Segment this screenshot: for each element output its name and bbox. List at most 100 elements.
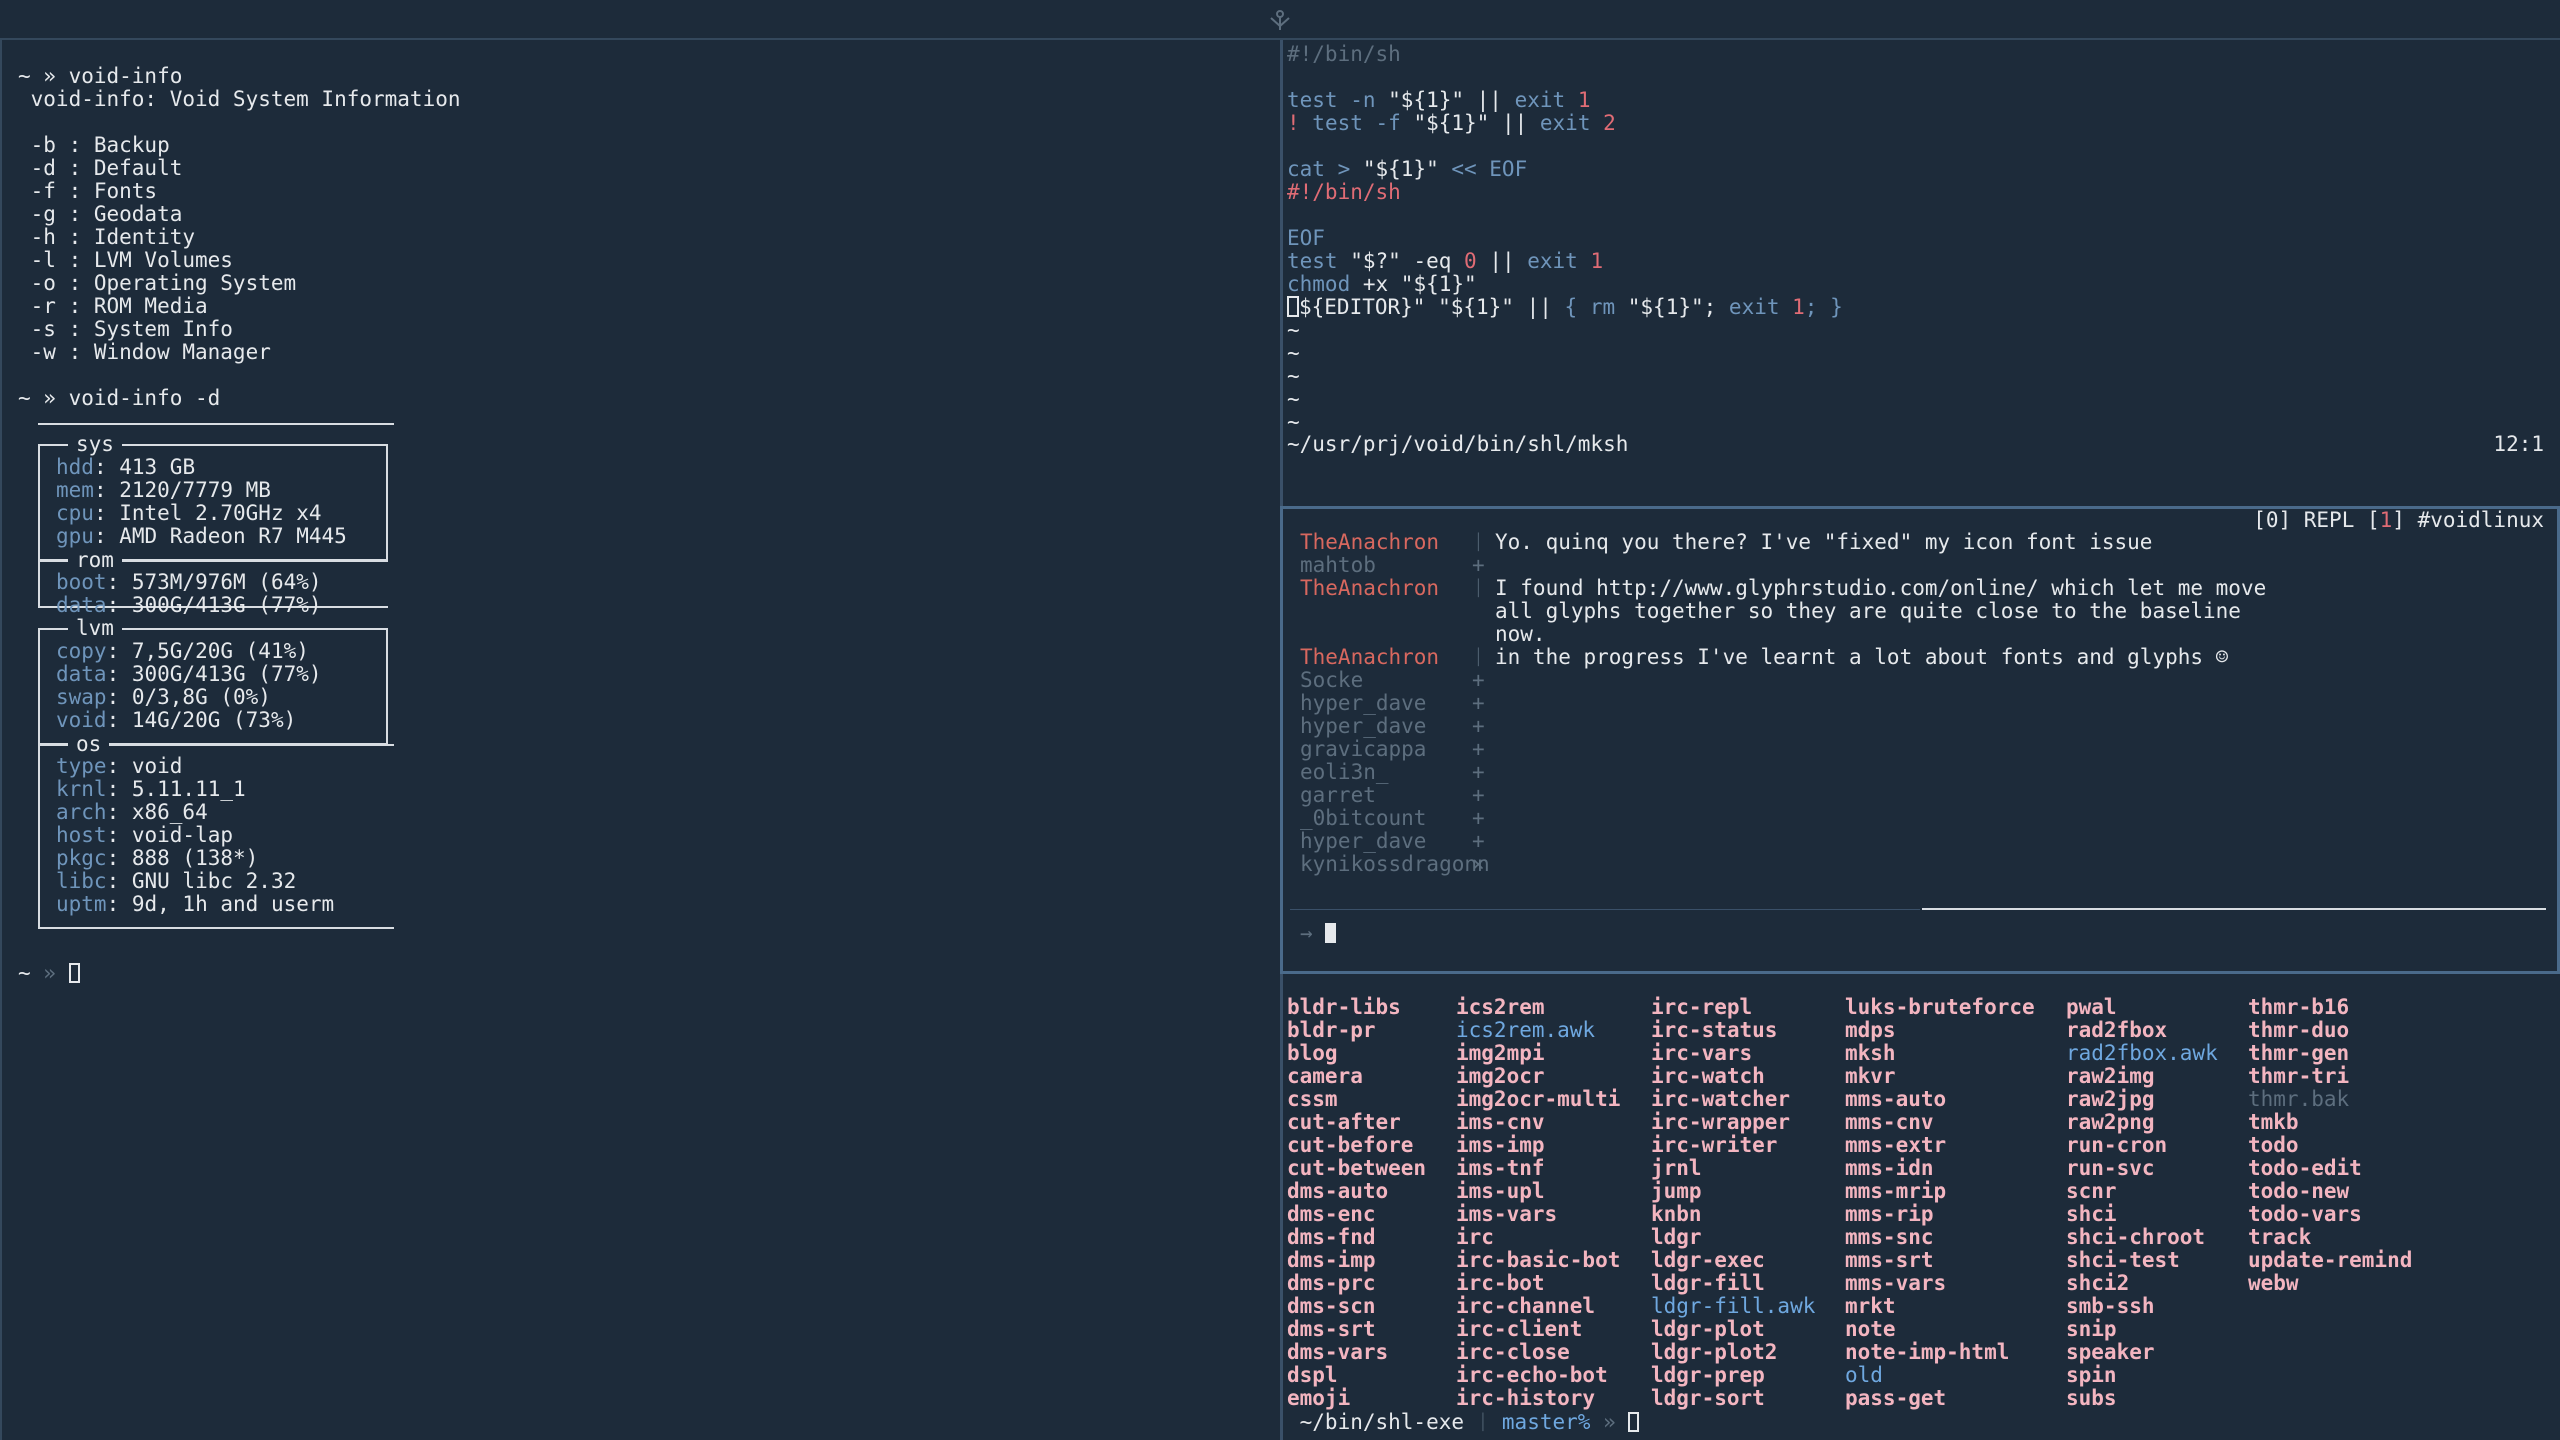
file-entry: irc-writer xyxy=(1651,1133,1778,1157)
chat-nick[interactable]: kynikossdragonn xyxy=(1300,853,1490,876)
file-entry: rad2fbox xyxy=(2066,1018,2168,1042)
file-entry: smb-ssh xyxy=(2066,1294,2155,1318)
chat-event-symbol: ᛁ xyxy=(1472,645,1485,669)
info-row: pkgc: 888 (138*) xyxy=(56,847,334,870)
chat-text: all glyphs together so they are quite cl… xyxy=(1495,599,2241,623)
file-entry: update-remind xyxy=(2248,1248,2413,1272)
file-column: ics2rem ics2rem.awk img2mpi img2ocr img2ocr-… xyxy=(1456,996,1620,1410)
info-row: krnl: 5.11.11_1 xyxy=(56,778,334,801)
shell-prompt[interactable]: ~/bin/shl-exe ᛁ master% » xyxy=(1287,1410,1640,1434)
file-entry: todo-vars xyxy=(2248,1202,2362,1226)
info-value: : 5.11.11_1 xyxy=(106,777,246,801)
file-entry: dms-scn xyxy=(1287,1294,1376,1318)
info-row: type: void xyxy=(56,755,334,778)
chat-event-symbol: ᛁ xyxy=(1472,576,1485,600)
chat-event-symbol: + xyxy=(1472,783,1485,807)
file-entry: cut-after xyxy=(1287,1110,1401,1134)
option-item: -f : Fonts xyxy=(18,179,158,203)
file-entry: mms-auto xyxy=(1845,1087,1947,1111)
editor-line-7: #!/bin/sh xyxy=(1287,180,1401,204)
chat-text: I found http://www.glyphrstudio.com/onli… xyxy=(1495,576,2267,600)
chat-event-symbol: ᛁ xyxy=(1472,530,1485,554)
file-entry: mms-srt xyxy=(1845,1248,1934,1272)
file-entry: irc-client xyxy=(1456,1317,1583,1341)
file-entry: raw2png xyxy=(2066,1110,2155,1134)
info-key: void xyxy=(56,708,107,732)
editor-status-path: ~/usr/prj/void/bin/shl/mksh xyxy=(1287,432,1629,456)
info-value: : void xyxy=(106,754,183,778)
info-value: : 9d, 1h and userm xyxy=(106,892,335,916)
chat-message: gravicappa + xyxy=(1300,738,1495,761)
option-item: -d : Default xyxy=(18,156,183,180)
file-entry: todo-edit xyxy=(2248,1156,2362,1180)
file-entry: mrkt xyxy=(1845,1294,1896,1318)
chat-message: hyper_dave + xyxy=(1300,715,1495,738)
info-value: : Intel 2.70GHz x4 xyxy=(93,501,322,525)
chat-nick[interactable]: eoli3n_ xyxy=(1300,761,1472,784)
irc-input[interactable]: → xyxy=(1300,922,1337,945)
info-value: : void-lap xyxy=(106,823,234,847)
file-entry: ims-imp xyxy=(1456,1133,1545,1157)
info-row: mem: 2120/7779 MB xyxy=(56,479,347,502)
file-entry: irc-echo-bot xyxy=(1456,1363,1608,1387)
file-entry: raw2img xyxy=(2066,1064,2155,1088)
options-list: -b : Backup -d : Default -f : Fonts -g :… xyxy=(18,134,461,364)
file-entry: jrnl xyxy=(1651,1156,1702,1180)
file-entry: pwal xyxy=(2066,995,2117,1019)
void-info-title: void-info: Void System Information xyxy=(18,87,461,111)
file-entry: irc-basic-bot xyxy=(1456,1248,1621,1272)
file-entry: ldgr-plot xyxy=(1651,1317,1765,1341)
file-entry: ldgr xyxy=(1651,1225,1702,1249)
file-entry: dms-auto xyxy=(1287,1179,1389,1203)
chat-nick[interactable]: Socke xyxy=(1300,669,1472,692)
lvm-values: copy: 7,5G/20G (41%) data: 300G/413G (77%… xyxy=(56,640,322,732)
option-item: -h : Identity xyxy=(18,225,196,249)
info-value: : 7,5G/20G (41%) xyxy=(106,639,309,663)
empty-line-marker: ~ xyxy=(1287,387,1300,411)
chat-nick[interactable]: hyper_dave xyxy=(1300,715,1472,738)
info-top-rule xyxy=(38,423,394,425)
chat-nick[interactable]: mahtob xyxy=(1300,554,1472,577)
chat-message: hyper_dave + xyxy=(1300,830,1495,853)
irc-status-bar: [0] REPL [1] #voidlinux xyxy=(2253,508,2544,532)
file-entry: dms-fnd xyxy=(1287,1225,1376,1249)
file-entry: rad2fbox.awk xyxy=(2066,1041,2218,1065)
chat-message: kynikossdragonn× xyxy=(1300,853,1495,876)
editor-line-11: chmod +x "${1}" xyxy=(1287,272,1477,296)
chat-nick[interactable]: hyper_dave xyxy=(1300,830,1472,853)
option-item: -g : Geodata xyxy=(18,202,183,226)
left-prompt[interactable]: ~ » xyxy=(18,962,80,985)
file-entry: ims-tnf xyxy=(1456,1156,1545,1180)
prompt-void-info: ~ » void-info xyxy=(18,65,461,88)
file-entry: camera xyxy=(1287,1064,1363,1088)
chat-nick[interactable]: hyper_dave xyxy=(1300,692,1472,715)
info-key: swap xyxy=(56,685,107,709)
file-entry: thmr-tri xyxy=(2248,1064,2350,1088)
file-column: bldr-libs bldr-pr blog camera cssm cut-after c… xyxy=(1287,996,1426,1410)
editor-line-4: ! test -f "${1}" || exit 2 xyxy=(1287,111,1616,135)
chat-divider-left xyxy=(1290,909,1920,910)
chat-text: in the progress I've learnt a lot about … xyxy=(1495,645,2229,669)
file-entry: shci-chroot xyxy=(2066,1225,2206,1249)
file-entry: ldgr-plot2 xyxy=(1651,1340,1778,1364)
chat-nick[interactable]: TheAnachron xyxy=(1300,531,1472,554)
file-entry: blog xyxy=(1287,1041,1338,1065)
file-entry: irc-channel xyxy=(1456,1294,1596,1318)
option-item: -s : System Info xyxy=(18,317,233,341)
file-entry: dms-vars xyxy=(1287,1340,1389,1364)
chat-message: hyper_dave + xyxy=(1300,692,1495,715)
file-entry: mms-snc xyxy=(1845,1225,1934,1249)
info-key: uptm xyxy=(56,892,107,916)
chat-nick[interactable]: garret xyxy=(1300,784,1472,807)
editor-buffer[interactable]: #!/bin/sh test -n "${1}" || exit 1 ! tes… xyxy=(1287,43,1843,434)
chat-nick[interactable]: TheAnachron xyxy=(1300,577,1472,600)
chat-nick[interactable]: _0bitcount xyxy=(1300,807,1472,830)
chat-message: Socke + xyxy=(1300,669,1495,692)
chat-event-symbol: + xyxy=(1472,760,1485,784)
chat-nick[interactable]: TheAnachron xyxy=(1300,646,1472,669)
git-branch: master% xyxy=(1489,1410,1591,1434)
chat-nick[interactable]: gravicappa xyxy=(1300,738,1472,761)
file-entry: ldgr-exec xyxy=(1651,1248,1765,1272)
chat-message: garret + xyxy=(1300,784,1495,807)
file-entry: ics2rem xyxy=(1456,995,1545,1019)
